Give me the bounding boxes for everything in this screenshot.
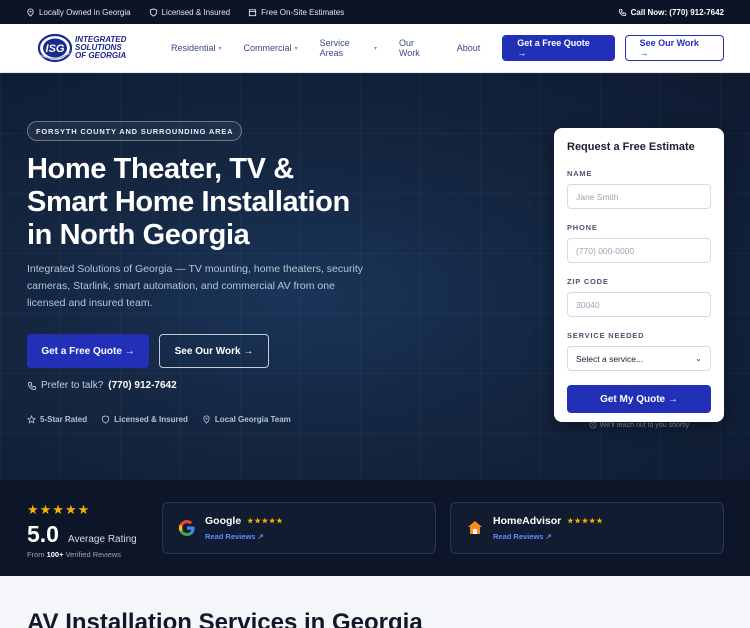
nav-item-service-areas[interactable]: Service Areas ▾ [320,38,377,58]
trust-local: Local Georgia Team [202,415,291,424]
nav-label: About [456,43,481,53]
google-card-body: Google ★★★★★ Read Reviews ↗ [205,515,284,541]
google-read-reviews-link[interactable]: Read Reviews ↗ [205,532,284,541]
form-note-text: We'll reach out to you shortly [599,421,690,429]
homeadvisor-stars: ★★★★★ [567,518,604,525]
rating-line: 5.0 Average Rating [27,521,137,548]
hero-title-line3: in North Georgia [27,219,250,251]
main-nav: ISG Integrated Solutions of Georgia Resi… [0,24,750,73]
chevron-down-icon: ▾ [218,45,222,52]
google-name: Google [205,515,242,527]
estimate-form: Request a Free Estimate NAME Jane Smith … [554,128,724,429]
from-count: 100+ [46,550,64,559]
rating-label: Average Rating [67,534,137,545]
talk-line: Prefer to talk? (770) 912-7642 [27,380,177,391]
nav-item-about[interactable]: About [457,43,481,53]
licensed-info: Licensed & Insured [149,7,231,17]
chevron-down-icon: ⌄ [695,354,702,363]
homeadvisor-card-title: HomeAdvisor ★★★★★ [493,515,604,527]
service-select[interactable]: Select a service... ⌄ [567,346,711,371]
logo-mark-text: ISG [46,43,65,55]
review-count: From 100+ Verified Reviews [27,550,137,559]
trust-licensed: Licensed & Insured [101,415,188,424]
services-heading: AV Installation Services in Georgia [27,609,423,628]
top-info-bar: Locally Owned in Georgia Licensed & Insu… [0,0,750,24]
nav-links: Residential ▾ Commercial ▾ Service Areas ▾ … [171,38,502,58]
google-review-card[interactable]: Google ★★★★★ Read Reviews ↗ [162,502,436,554]
hero-work-button[interactable]: See Our Work → [159,334,269,368]
homeadvisor-read-reviews-link[interactable]: Read Reviews ↗ [493,532,604,541]
phone-icon [618,8,626,16]
nav-label: Commercial [243,43,292,53]
form-title: Request a Free Estimate [567,141,695,153]
rating-value: 5.0 [27,521,59,547]
licensed-text: Licensed & Insured [161,7,231,17]
submit-quote-button[interactable]: Get My Quote → [567,385,711,413]
homeadvisor-review-card[interactable]: HomeAdvisor ★★★★★ Read Reviews ↗ [450,502,724,554]
google-card-title: Google ★★★★★ [205,515,284,527]
shield-icon [102,415,110,424]
hero-quote-button[interactable]: Get a Free Quote → [27,334,149,368]
hero-title: Home Theater, TV & Smart Home Installati… [27,153,387,252]
star-outline-icon [27,415,36,424]
talk-label: Prefer to talk? [41,380,104,391]
from-suffix: Verified Reviews [65,550,122,559]
nav-label: Our Work [398,38,420,58]
google-icon [178,519,195,537]
estimates-info: Free On-Site Estimates [248,8,344,17]
form-note: We'll reach out to you shortly [567,421,711,429]
trust-rated: 5-Star Rated [27,415,87,424]
from-prefix: From [27,550,45,559]
zip-field[interactable]: 30040 [567,292,711,317]
call-now-text: Call Now: (770) 912-7642 [630,7,724,17]
chevron-down-icon: ▾ [373,45,377,52]
nav-item-our-work[interactable]: Our Work [399,38,435,58]
call-now-link[interactable]: Call Now: (770) 912-7642 [618,8,724,17]
area-badge: FORSYTH COUNTY AND SURROUNDING AREA [27,121,243,141]
name-label: NAME [567,169,593,178]
nav-label: Service Areas [319,38,350,58]
logo-mark: ISG [37,33,73,63]
name-field[interactable]: Jane Smith [567,184,711,209]
owned-info: Locally Owned in Georgia [26,8,131,17]
shield-icon [149,7,157,17]
service-select-value: Select a service... [576,353,644,364]
company-logo[interactable]: ISG Integrated Solutions of Georgia [37,33,136,63]
hero-title-line2: Smart Home Installation [27,186,350,218]
location-pin-icon [203,415,210,424]
zip-label: ZIP CODE [567,277,609,286]
nav-quote-button[interactable]: Get a Free Quote → [502,35,615,61]
services-section: AV Installation Services in Georgia [0,576,750,628]
trust-label: Licensed & Insured [114,415,188,424]
homeadvisor-house-icon [468,521,482,534]
trust-label: Local Georgia Team [214,415,291,424]
estimates-text: Free On-Site Estimates [261,7,345,17]
trust-label: 5-Star Rated [40,415,88,424]
nav-work-button[interactable]: See Our Work → [624,35,724,61]
phone-label: PHONE [567,223,598,232]
hero-title-line1: Home Theater, TV & [27,153,294,185]
service-label: SERVICE NEEDED [567,331,645,340]
nav-label: Residential [171,43,216,53]
calendar-icon [249,8,257,16]
phone-icon [28,381,36,390]
trust-badges: 5-Star Rated Licensed & Insured Local Ge… [27,415,305,424]
location-pin-icon [27,7,34,17]
rating-summary: ★★★★★ 5.0 Average Rating From 100+ Verif… [27,502,137,559]
talk-phone-link[interactable]: (770) 912-7642 [108,380,176,391]
nav-item-commercial[interactable]: Commercial ▾ [244,43,298,53]
rating-stars: ★★★★★ [27,502,91,517]
chevron-down-icon: ▾ [294,45,298,52]
logo-line3: of Georgia [75,51,127,60]
hero-subtitle: Integrated Solutions of Georgia — TV mou… [27,263,363,309]
owned-text: Locally Owned in Georgia [39,7,131,17]
nav-item-residential[interactable]: Residential ▾ [171,43,222,53]
google-stars: ★★★★★ [247,518,284,525]
clock-icon [589,421,597,429]
homeadvisor-card-body: HomeAdvisor ★★★★★ Read Reviews ↗ [493,515,604,541]
phone-field[interactable]: (770) 000-0000 [567,238,711,263]
reviews-section: ★★★★★ 5.0 Average Rating From 100+ Verif… [0,480,750,576]
homeadvisor-name: HomeAdvisor [493,515,562,527]
logo-text: Integrated Solutions of Georgia [75,36,126,60]
